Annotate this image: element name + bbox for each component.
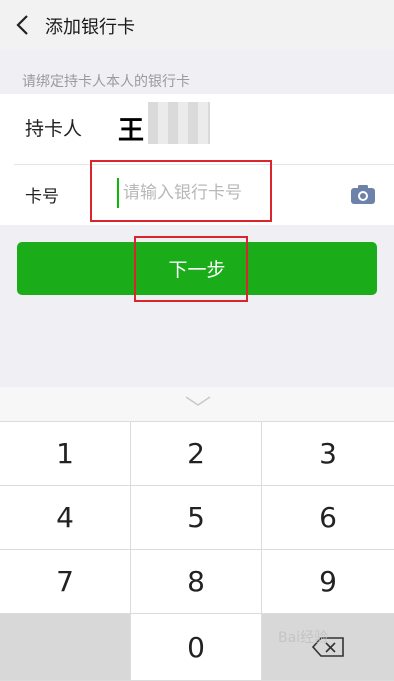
key-3[interactable]: 3 <box>262 422 394 486</box>
key-blank <box>0 614 131 681</box>
key-1[interactable]: 1 <box>0 422 131 486</box>
card-number-label: 卡号 <box>25 187 59 207</box>
key-delete[interactable] <box>262 614 394 681</box>
highlight-box-button <box>134 236 248 302</box>
key-8[interactable]: 8 <box>131 550 262 614</box>
key-5[interactable]: 5 <box>131 486 262 550</box>
camera-icon[interactable] <box>350 183 376 205</box>
chevron-down-icon <box>185 396 211 406</box>
highlight-box-input <box>90 160 272 222</box>
watermark: Bai经验 <box>278 630 329 646</box>
numeric-keyboard: 1 2 3 4 5 6 7 8 9 0 <box>0 387 394 681</box>
bind-hint: 请绑定持卡人本人的银行卡 <box>22 74 190 90</box>
holder-label: 持卡人 <box>25 118 83 140</box>
key-9[interactable]: 9 <box>262 550 394 614</box>
back-arrow-icon[interactable] <box>12 12 36 38</box>
key-4[interactable]: 4 <box>0 486 131 550</box>
keyboard-collapse-bar[interactable] <box>0 387 394 422</box>
key-7[interactable]: 7 <box>0 550 131 614</box>
key-2[interactable]: 2 <box>131 422 262 486</box>
holder-name: 王 <box>118 116 145 146</box>
key-6[interactable]: 6 <box>262 486 394 550</box>
name-blur-mask <box>148 102 210 144</box>
key-0[interactable]: 0 <box>131 614 262 681</box>
page-title: 添加银行卡 <box>45 17 135 38</box>
title-bar: 添加银行卡 <box>0 0 394 50</box>
